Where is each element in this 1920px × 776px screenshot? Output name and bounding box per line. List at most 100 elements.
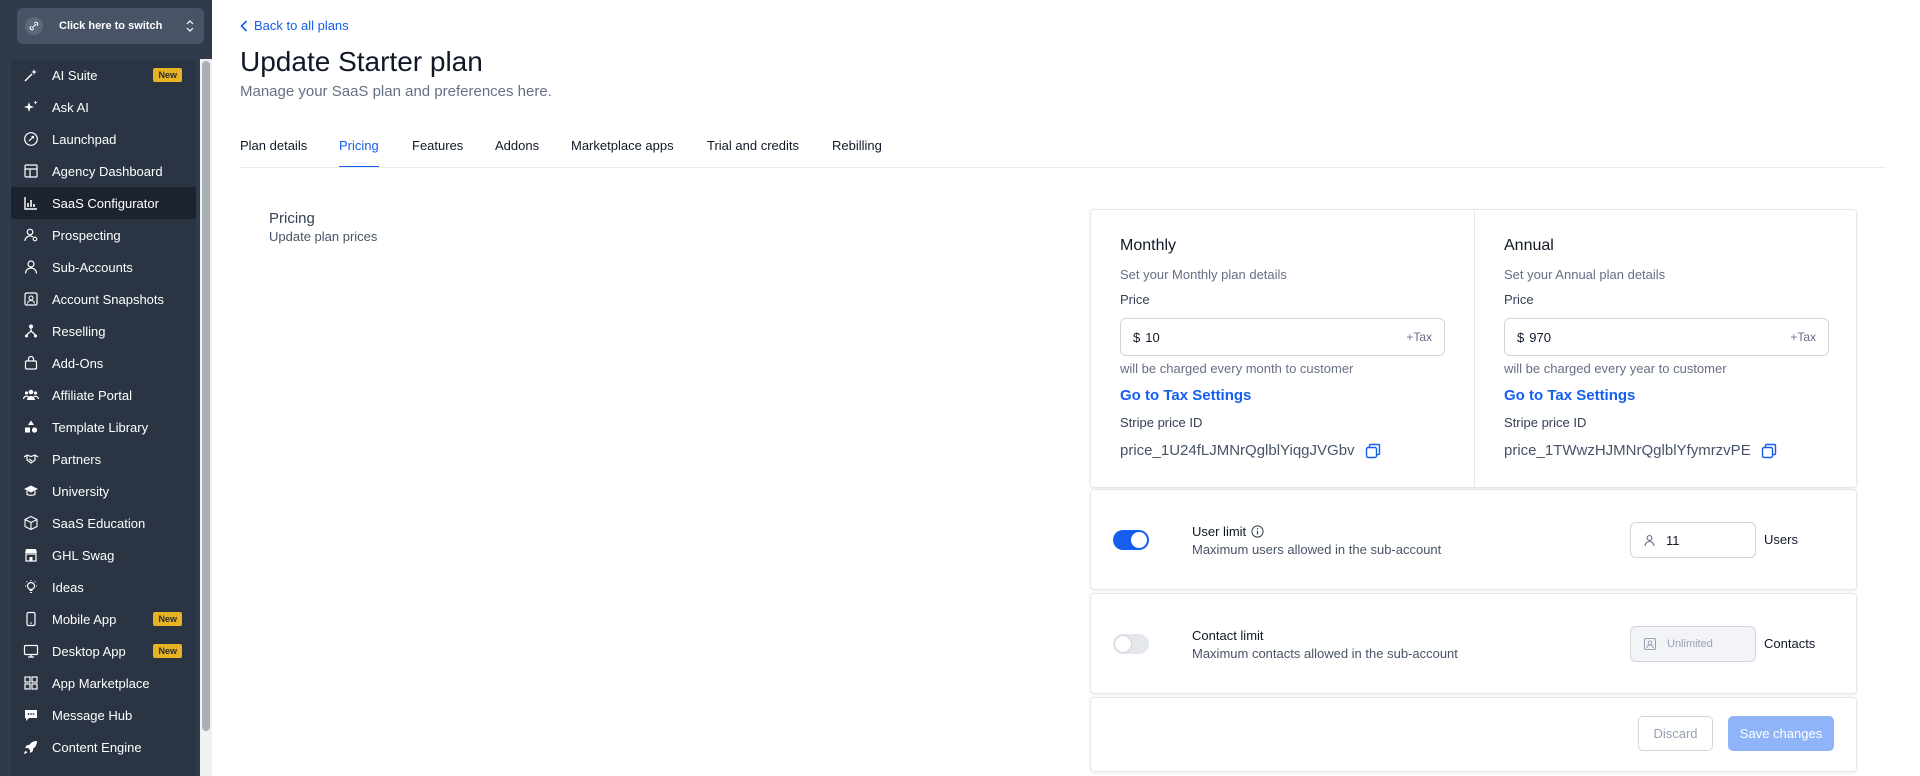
user-limit-card: User limit Maximum users allowed in the … (1090, 489, 1857, 590)
scrollbar-thumb[interactable] (202, 61, 210, 731)
tab-addons[interactable]: Addons (495, 138, 539, 168)
annual-tax-settings-link[interactable]: Go to Tax Settings (1504, 387, 1635, 404)
annual-price-value[interactable]: 970 (1529, 330, 1790, 345)
tax-suffix: +Tax (1406, 330, 1432, 344)
contact-limit-title: Contact limit (1192, 628, 1264, 643)
contact-limit-input[interactable]: Unlimited (1630, 626, 1756, 662)
sidebar-item-reselling[interactable]: Reselling (11, 315, 196, 347)
toggle-knob (1115, 636, 1131, 652)
save-changes-button[interactable]: Save changes (1728, 716, 1834, 751)
sidebar-item-affiliate-portal[interactable]: Affiliate Portal (11, 379, 196, 411)
account-switcher[interactable]: Click here to switch (17, 8, 204, 44)
sidebar-item-content-engine[interactable]: Content Engine (11, 731, 196, 763)
shapes-icon (23, 419, 39, 435)
monthly-price-value[interactable]: 10 (1145, 330, 1406, 345)
annual-pricing-panel: Annual Set your Annual plan details Pric… (1475, 210, 1856, 487)
sidebar-item-launchpad[interactable]: Launchpad (11, 123, 196, 155)
tab-plan-details[interactable]: Plan details (240, 138, 307, 168)
currency-symbol: $ (1517, 329, 1525, 345)
sidebar-item-saas-education[interactable]: SaaS Education (11, 507, 196, 539)
section-title: Pricing (269, 210, 315, 227)
back-link-label: Back to all plans (254, 18, 349, 33)
mobile-icon (23, 611, 39, 627)
info-icon[interactable] (1251, 525, 1264, 538)
sidebar: Click here to switch AI Suite New Ask AI… (0, 0, 212, 776)
sidebar-item-add-ons[interactable]: Add-Ons (11, 347, 196, 379)
contact-limit-description: Maximum contacts allowed in the sub-acco… (1192, 646, 1458, 661)
graduation-cap-icon (23, 483, 39, 499)
bag-icon (23, 355, 39, 371)
contact-limit-card: Contact limit Maximum contacts allowed i… (1090, 593, 1857, 694)
user-limit-toggle[interactable] (1113, 530, 1149, 550)
new-badge: New (153, 644, 182, 658)
copy-icon[interactable] (1761, 443, 1777, 459)
user-limit-input[interactable]: 11 (1630, 522, 1756, 558)
user-limit-unit: Users (1764, 532, 1798, 547)
tax-suffix: +Tax (1790, 330, 1816, 344)
sidebar-item-sub-accounts[interactable]: Sub-Accounts (11, 251, 196, 283)
chevron-up-down-icon (184, 19, 196, 33)
page-title: Update Starter plan (240, 46, 483, 77)
monthly-subtitle: Set your Monthly plan details (1120, 267, 1287, 282)
sidebar-item-message-hub[interactable]: Message Hub (11, 699, 196, 731)
tabs-divider (240, 167, 1886, 168)
tab-pricing[interactable]: Pricing (339, 138, 379, 168)
monthly-title: Monthly (1120, 237, 1177, 254)
annual-stripe-label: Stripe price ID (1504, 415, 1587, 430)
sidebar-item-saas-configurator[interactable]: SaaS Configurator (11, 187, 196, 219)
sidebar-item-account-snapshots[interactable]: Account Snapshots (11, 283, 196, 315)
users-icon (23, 387, 39, 403)
contact-limit-unit: Contacts (1764, 636, 1816, 651)
contact-limit-label: Contact limit (1192, 628, 1264, 643)
sidebar-item-desktop-app[interactable]: Desktop App New (11, 635, 196, 667)
bar-chart-icon (23, 195, 39, 211)
new-badge: New (153, 612, 182, 626)
sidebar-item-ghl-swag[interactable]: GHL Swag (11, 539, 196, 571)
handshake-icon (23, 451, 39, 467)
sparkles-icon (23, 99, 39, 115)
sidebar-item-partners[interactable]: Partners (11, 443, 196, 475)
sidebar-item-prospecting[interactable]: Prospecting (11, 219, 196, 251)
back-to-plans-link[interactable]: Back to all plans (240, 18, 349, 33)
user-limit-value[interactable]: 11 (1666, 533, 1680, 548)
sidebar-item-university[interactable]: University (11, 475, 196, 507)
annual-price-input[interactable]: $ 970 +Tax (1504, 318, 1829, 356)
toggle-knob (1131, 532, 1147, 548)
sidebar-item-template-library[interactable]: Template Library (11, 411, 196, 443)
action-bar: Discard Save changes (1090, 697, 1857, 772)
user-limit-title: User limit (1192, 524, 1264, 539)
contact-limit-toggle[interactable] (1113, 634, 1149, 654)
link-icon (25, 17, 43, 35)
sidebar-item-ask-ai[interactable]: Ask AI (11, 91, 196, 123)
sidebar-item-ai-suite[interactable]: AI Suite New (11, 59, 196, 91)
annual-stripe-price-id: price_1TWwzHJMNrQglblYfymrzvPE (1504, 442, 1751, 459)
user-icon (23, 259, 39, 275)
monthly-stripe-label: Stripe price ID (1120, 415, 1203, 430)
monthly-pricing-panel: Monthly Set your Monthly plan details Pr… (1091, 210, 1475, 487)
snapshot-icon (23, 291, 39, 307)
page-subtitle: Manage your SaaS plan and preferences he… (240, 83, 552, 100)
annual-subtitle: Set your Annual plan details (1504, 267, 1666, 282)
sparkle-wand-icon (23, 67, 39, 83)
switcher-label: Click here to switch (59, 20, 163, 32)
user-icon (1643, 534, 1656, 547)
tab-features[interactable]: Features (412, 138, 463, 168)
copy-icon[interactable] (1365, 443, 1381, 459)
user-limit-description: Maximum users allowed in the sub-account (1192, 542, 1442, 557)
sidebar-nav: AI Suite New Ask AI Launchpad Agency Das… (11, 59, 196, 776)
tab-marketplace-apps[interactable]: Marketplace apps (571, 138, 674, 168)
user-limit-label: User limit (1192, 524, 1247, 539)
tab-rebilling[interactable]: Rebilling (832, 138, 882, 168)
sidebar-item-mobile-app[interactable]: Mobile App New (11, 603, 196, 635)
rocket-circle-icon (23, 131, 39, 147)
lightbulb-icon (23, 579, 39, 595)
sidebar-item-app-marketplace[interactable]: App Marketplace (11, 667, 196, 699)
monthly-price-input[interactable]: $ 10 +Tax (1120, 318, 1445, 356)
discard-button[interactable]: Discard (1638, 716, 1713, 751)
sidebar-item-agency-dashboard[interactable]: Agency Dashboard (11, 155, 196, 187)
sidebar-item-ideas[interactable]: Ideas (11, 571, 196, 603)
hierarchy-icon (23, 323, 39, 339)
sidebar-scrollbar[interactable] (200, 59, 212, 776)
tab-trial-and-credits[interactable]: Trial and credits (707, 138, 799, 168)
monthly-tax-settings-link[interactable]: Go to Tax Settings (1120, 387, 1251, 404)
